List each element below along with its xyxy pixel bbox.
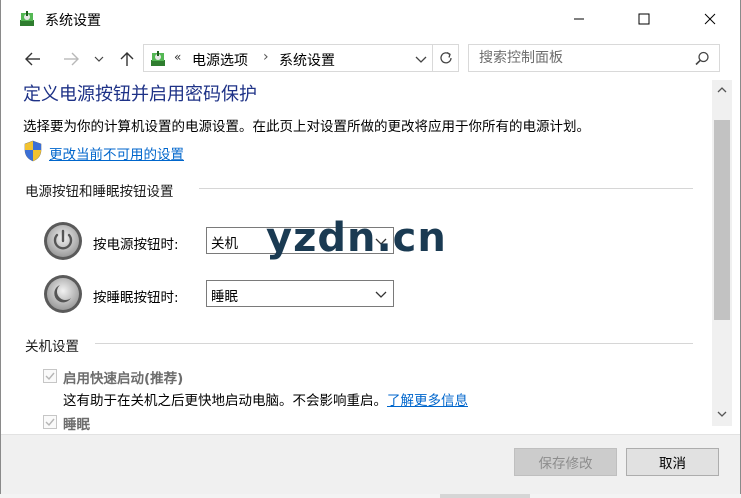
minimize-button[interactable] — [556, 0, 602, 38]
chevron-down-icon — [94, 56, 104, 62]
vertical-scrollbar[interactable] — [712, 80, 732, 426]
sleep-button-action-value: 睡眠 — [211, 289, 238, 305]
address-dropdown-button[interactable] — [414, 51, 428, 65]
search-icon — [695, 51, 709, 66]
save-changes-button[interactable]: 保存修改 — [514, 448, 617, 476]
address-bar[interactable]: « 电源选项 › 系统设置 — [143, 44, 459, 72]
learn-more-link[interactable]: 了解更多信息 — [387, 393, 468, 409]
power-button-label: 按电源按钮时: — [93, 237, 179, 253]
dialog-footer: 保存修改 取消 — [1, 434, 740, 494]
recent-locations-button[interactable] — [91, 46, 107, 72]
sleep-button-label: 按睡眠按钮时: — [93, 290, 179, 306]
checkmark-icon — [45, 418, 55, 427]
fast-startup-label: 启用快速启动(推荐) — [63, 371, 184, 387]
cancel-button[interactable]: 取消 — [626, 448, 719, 476]
chevron-down-icon — [717, 411, 727, 417]
forward-button[interactable] — [59, 46, 83, 72]
breadcrumb-separator[interactable]: › — [263, 49, 269, 65]
scroll-down-button[interactable] — [712, 404, 732, 424]
title-bar[interactable]: 系统设置 — [1, 0, 740, 38]
maximize-icon — [638, 13, 650, 25]
arrow-up-icon — [120, 52, 134, 66]
scrollbar-thumb[interactable] — [714, 120, 730, 320]
system-settings-window: 系统设置 « 电源选项 › 系统设置 搜索控制面板 定义电源按钮并启用密码保护 … — [0, 0, 741, 494]
chevron-up-icon — [717, 87, 727, 93]
arrow-left-icon — [25, 52, 40, 66]
change-unavailable-settings-link[interactable]: 更改当前不可用的设置 — [49, 143, 184, 163]
search-input[interactable] — [477, 49, 687, 67]
breadcrumb-power-options[interactable]: 电源选项 — [192, 50, 248, 70]
address-overflow-chevron[interactable]: « — [174, 50, 181, 64]
uac-shield-icon — [24, 140, 42, 162]
section-divider — [95, 343, 693, 344]
chevron-down-icon — [375, 291, 387, 298]
power-buttons-section-heading: 电源按钮和睡眠按钮设置 — [25, 184, 174, 200]
close-button[interactable] — [687, 0, 733, 38]
arrow-right-icon — [64, 52, 79, 66]
window-title: 系统设置 — [45, 13, 101, 29]
watermark: yzdn.cn — [266, 215, 447, 261]
minimize-icon — [574, 18, 584, 20]
sleep-button-icon — [44, 275, 82, 313]
back-button[interactable] — [21, 46, 45, 72]
page-title: 定义电源按钮并启用密码保护 — [23, 84, 257, 105]
up-button[interactable] — [115, 46, 139, 72]
search-box[interactable] — [468, 44, 720, 72]
scroll-up-button[interactable] — [712, 80, 732, 100]
page-description: 选择要为你的计算机设置的电源设置。在此页上对设置所做的更改将应用于你所有的电源计… — [23, 119, 590, 135]
sleep-button-action-select[interactable]: 睡眠 — [206, 280, 394, 307]
fast-startup-description-text: 这有助于在关机之后更快地启动电脑。不会影响重启。 — [63, 393, 387, 409]
chevron-down-icon — [415, 56, 427, 63]
refresh-icon — [439, 51, 452, 64]
navigation-bar: « 电源选项 › 系统设置 — [1, 38, 740, 80]
fast-startup-description: 这有助于在关机之后更快地启动电脑。不会影响重启。了解更多信息 — [63, 389, 468, 409]
section-divider — [199, 188, 693, 189]
close-icon — [704, 13, 716, 25]
power-button-icon — [44, 222, 82, 260]
power-options-app-icon — [20, 11, 34, 26]
checkmark-icon — [45, 372, 55, 381]
power-options-icon — [151, 51, 165, 66]
content-pane: 定义电源按钮并启用密码保护 选择要为你的计算机设置的电源设置。在此页上对设置所做… — [1, 80, 712, 434]
shutdown-section-heading: 关机设置 — [25, 339, 79, 355]
refresh-button[interactable] — [432, 45, 458, 71]
search-button[interactable] — [693, 50, 711, 68]
maximize-button[interactable] — [621, 0, 667, 38]
sleep-option-label: 睡眠 — [63, 417, 90, 433]
sleep-option-checkbox[interactable] — [43, 415, 57, 429]
power-button-action-value: 关机 — [211, 236, 238, 252]
breadcrumb-system-settings[interactable]: 系统设置 — [279, 50, 335, 70]
fast-startup-checkbox[interactable] — [43, 369, 57, 383]
